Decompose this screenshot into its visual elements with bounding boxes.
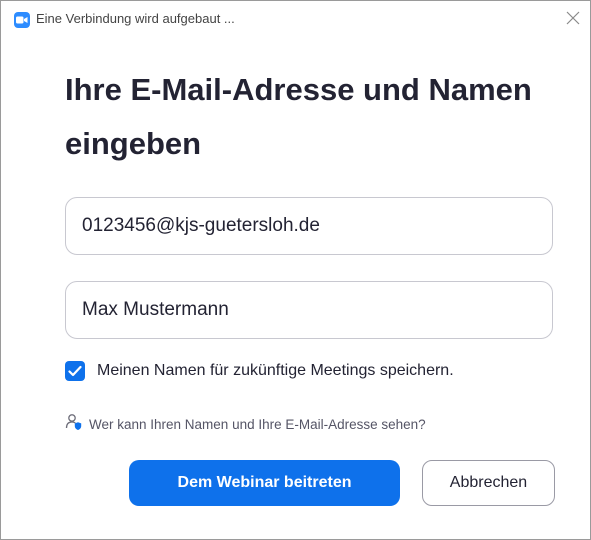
privacy-info-row: Wer kann Ihren Namen und Ihre E-Mail-Adr… xyxy=(65,413,426,436)
name-field[interactable] xyxy=(65,281,553,339)
remember-name-checkbox[interactable] xyxy=(65,361,85,381)
privacy-link[interactable]: Wer kann Ihren Namen und Ihre E-Mail-Adr… xyxy=(89,417,426,432)
page-title: Ihre E-Mail-Adresse und Namen eingeben xyxy=(65,72,532,161)
window-title: Eine Verbindung wird aufgebaut ... xyxy=(36,11,235,26)
remember-name-label[interactable]: Meinen Namen für zukünftige Meetings spe… xyxy=(97,362,454,380)
title-bar: Eine Verbindung wird aufgebaut ... xyxy=(1,1,590,35)
email-field[interactable] xyxy=(65,197,553,255)
dialog-window: Eine Verbindung wird aufgebaut ... Ihre … xyxy=(0,0,591,540)
remember-name-row: Meinen Namen für zukünftige Meetings spe… xyxy=(65,361,454,381)
join-webinar-button[interactable]: Dem Webinar beitreten xyxy=(129,460,400,506)
cancel-button[interactable]: Abbrechen xyxy=(422,460,555,506)
close-button[interactable] xyxy=(560,6,586,30)
user-shield-icon xyxy=(65,413,83,436)
close-icon xyxy=(566,11,580,25)
checkmark-icon xyxy=(68,365,82,377)
zoom-camera-icon xyxy=(14,12,30,28)
